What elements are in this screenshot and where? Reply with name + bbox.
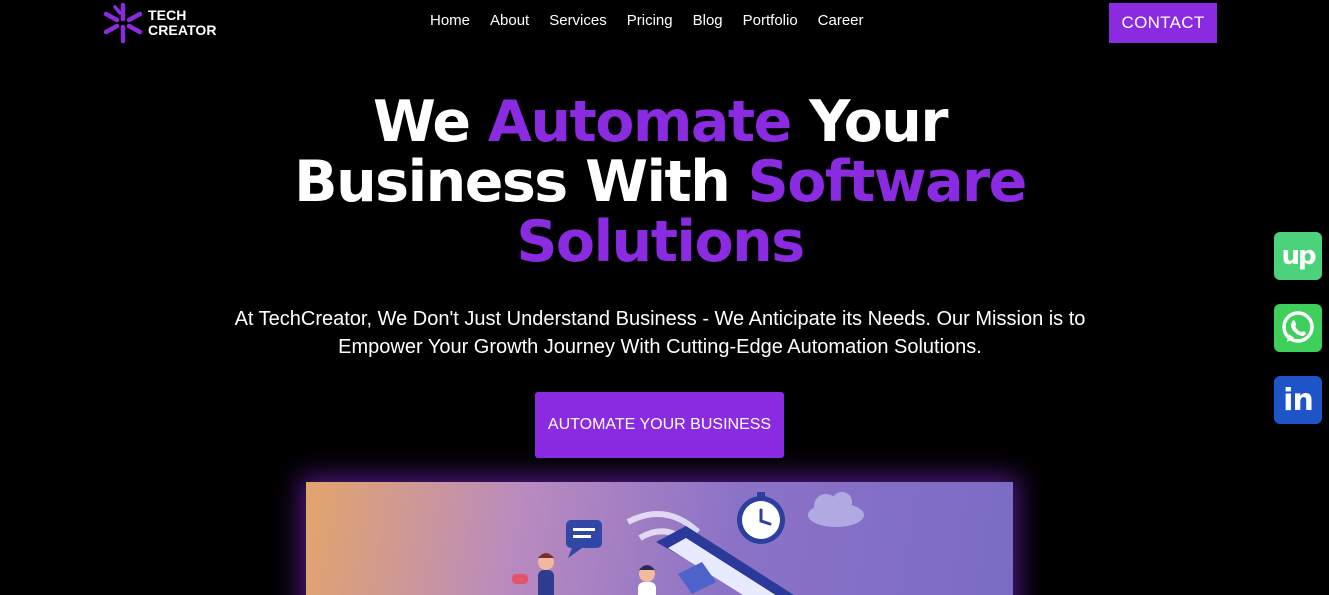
title-part3: Business With [294,149,748,215]
logo-text: TECH CREATOR [148,8,217,38]
logo-line2: CREATOR [148,22,217,38]
nav-pricing[interactable]: Pricing [627,11,673,31]
person-figure-right [638,565,656,595]
automate-business-button[interactable]: AUTOMATE YOUR BUSINESS [535,392,784,458]
logo-line1: TECH [148,7,187,23]
hero-title: We Automate Your Business With Software … [180,92,1140,272]
contact-button[interactable]: CONTACT [1109,3,1217,43]
title-part1: We [373,89,488,155]
page: TECH CREATOR Home About Services Pricing… [0,0,1329,595]
title-highlight-software: Software [747,149,1028,215]
chat-bubble-icon [566,520,602,558]
nav-portfolio[interactable]: Portfolio [743,11,798,31]
clock-icon [737,492,785,544]
automation-illustration [512,492,864,595]
person-figure-left [512,553,554,595]
linkedin-icon: in [1283,382,1314,418]
nav-blog[interactable]: Blog [693,11,723,31]
hero-illustration [306,482,1013,595]
title-highlight-solutions: Solutions [516,209,805,275]
linkedin-link[interactable]: in [1274,376,1322,424]
whatsapp-icon [1282,311,1314,343]
upwork-link[interactable]: up [1274,232,1322,280]
upwork-icon: up [1281,241,1316,271]
title-highlight-automate: Automate [487,89,792,155]
brand-logo[interactable]: TECH CREATOR [101,1,217,45]
whatsapp-link[interactable] [1274,304,1322,352]
main-nav: Home About Services Pricing Blog Portfol… [430,11,884,31]
cloud-icon [808,492,864,527]
nav-services[interactable]: Services [549,11,607,31]
nav-home[interactable]: Home [430,11,470,31]
nav-career[interactable]: Career [818,11,864,31]
asterisk-logo-icon [103,2,143,44]
nav-about[interactable]: About [490,11,529,31]
title-part2: Your [790,89,948,155]
hero-subtitle: At TechCreator, We Don't Just Understand… [234,308,1086,358]
